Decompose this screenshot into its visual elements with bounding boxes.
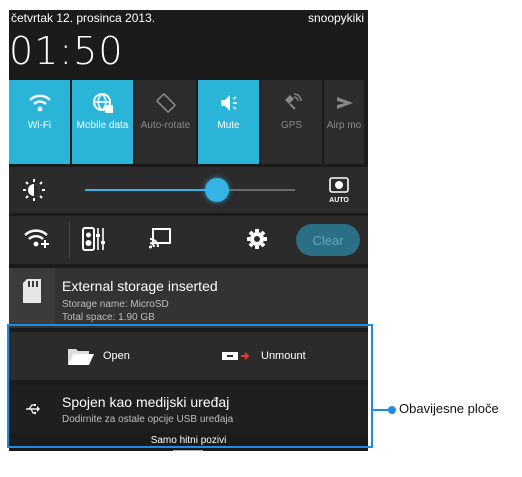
quick-settings: Wi-Fi Mobile data Auto-rotate Mute GPS A…: [9, 80, 368, 164]
brightness-bar: AUTO: [9, 167, 368, 213]
tile-wifi[interactable]: Wi-Fi: [9, 80, 70, 164]
tile-mobile-data-label: Mobile data: [76, 120, 129, 131]
status-bar: četvrtak 12. prosinca 2013. snoopykiki: [9, 10, 368, 26]
tile-gps-label: GPS: [280, 120, 303, 131]
mute-icon: [218, 90, 240, 116]
brightness-slider-thumb[interactable]: [205, 178, 230, 202]
tile-wifi-label: Wi-Fi: [27, 120, 52, 131]
clear-button[interactable]: Clear: [296, 224, 360, 256]
tile-auto-rotate-label: Auto-rotate: [140, 120, 191, 131]
tile-auto-rotate[interactable]: Auto-rotate: [135, 80, 196, 164]
airplane-mode-icon: [333, 90, 355, 116]
storage-notification-title: External storage inserted: [62, 278, 218, 294]
tile-mute-label: Mute: [217, 120, 240, 131]
auto-brightness-icon[interactable]: AUTO: [327, 176, 353, 209]
status-carrier: snoopykiki: [307, 11, 364, 25]
storage-notification[interactable]: External storage inserted Storage name: …: [9, 268, 368, 328]
tile-mute[interactable]: Mute: [198, 80, 259, 164]
wifi-icon: [28, 90, 52, 116]
sd-card-icon: [9, 268, 55, 326]
callout-dot: [388, 406, 396, 414]
callout-label: Obavijesne ploče: [399, 401, 499, 416]
screen-cast-icon[interactable]: [147, 226, 173, 257]
action-bar: Clear: [9, 216, 368, 264]
storage-space-text: Total space: 1.90 GB: [62, 312, 155, 323]
notification-panels-highlight: [7, 324, 373, 448]
tile-airplane-mode-label: Airp mo: [326, 120, 362, 131]
audio-settings-icon[interactable]: [81, 226, 107, 257]
gear-icon[interactable]: [245, 226, 269, 257]
auto-brightness-label: AUTO: [329, 197, 349, 204]
wifi-settings-icon[interactable]: [23, 226, 51, 257]
storage-name-text: Storage name: MicroSD: [62, 299, 169, 310]
status-date: četvrtak 12. prosinca 2013.: [11, 11, 156, 25]
clock: 01:50: [9, 29, 124, 73]
brightness-icon: [23, 179, 45, 206]
tile-airplane-mode[interactable]: Airp mo: [324, 80, 364, 164]
action-separator: [69, 222, 70, 258]
gps-icon: [281, 90, 303, 116]
mobile-data-icon: [92, 90, 114, 116]
auto-rotate-icon: [155, 90, 177, 116]
tile-mobile-data[interactable]: Mobile data: [72, 80, 133, 164]
tile-gps[interactable]: GPS: [261, 80, 322, 164]
brightness-fill: [85, 189, 218, 191]
